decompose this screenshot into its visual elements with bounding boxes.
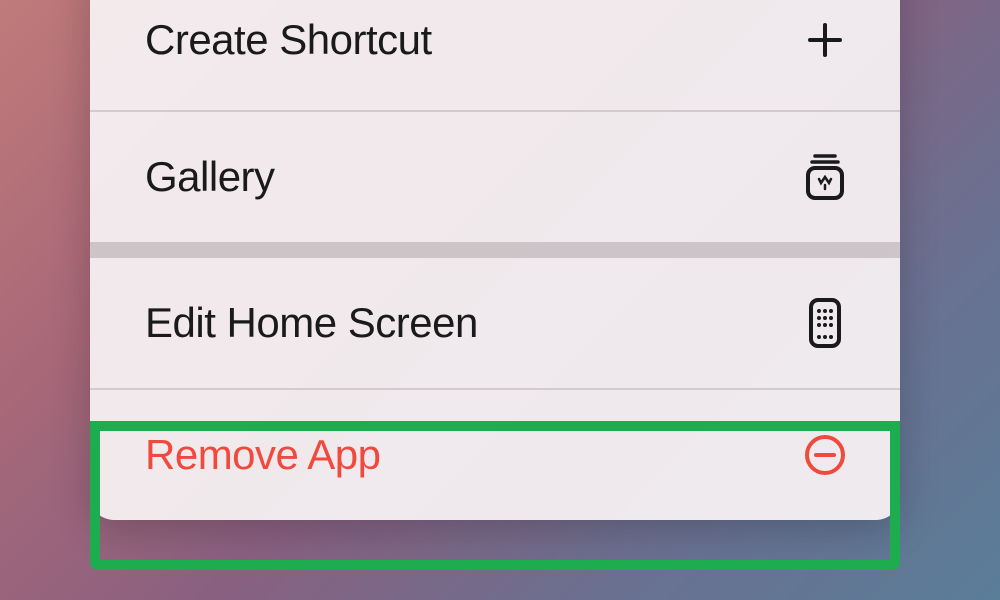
- plus-icon: [800, 15, 850, 65]
- context-menu: Create Shortcut Gallery Edit Home Screen: [90, 0, 900, 520]
- remove-icon: [800, 430, 850, 480]
- menu-item-remove-app[interactable]: Remove App: [90, 390, 900, 520]
- menu-item-label: Remove App: [145, 431, 380, 479]
- menu-item-label: Gallery: [145, 153, 275, 201]
- menu-item-edit-home-screen[interactable]: Edit Home Screen: [90, 258, 900, 388]
- menu-item-label: Edit Home Screen: [145, 299, 478, 347]
- menu-item-label: Create Shortcut: [145, 16, 432, 64]
- menu-section-divider: [90, 242, 900, 258]
- homescreen-icon: [800, 298, 850, 348]
- menu-item-gallery[interactable]: Gallery: [90, 112, 900, 242]
- gallery-icon: [800, 152, 850, 202]
- menu-item-create-shortcut[interactable]: Create Shortcut: [90, 0, 900, 110]
